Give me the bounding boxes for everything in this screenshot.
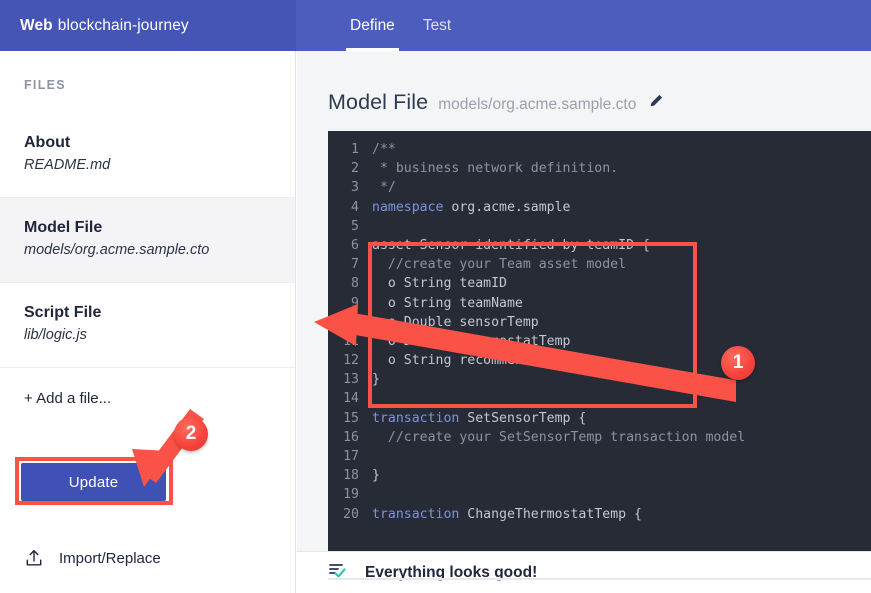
code-text: o Double thermostatTemp (372, 333, 571, 349)
file-path: lib/logic.js (24, 327, 87, 344)
code-text: * business network definition. (372, 161, 619, 177)
code-line: 3 */ (328, 178, 871, 197)
annotation-badge-2: 2 (174, 417, 208, 451)
line-number: 17 (343, 449, 359, 464)
line-number: 6 (351, 237, 359, 253)
code-text: asset Sensor identified by teamID { (372, 237, 650, 253)
code-text: o String recommendation (372, 353, 571, 369)
line-number: 19 (343, 487, 359, 503)
code-text: */ (372, 180, 396, 196)
tab-define-label: Define (350, 16, 395, 34)
status-underline (328, 578, 871, 580)
code-line: 8 o String teamID (328, 274, 871, 293)
code-text: transaction ChangeThermostatTemp { (372, 506, 642, 522)
brand-project: blockchain-journey (57, 16, 189, 34)
annotation-badge-1: 1 (721, 346, 755, 380)
code-line: 13} (328, 370, 871, 389)
file-title: About (24, 134, 71, 151)
line-number: 18 (343, 468, 359, 484)
line-number: 16 (343, 429, 359, 445)
code-line: 1 /** (328, 140, 871, 159)
code-text: namespace org.acme.sample (372, 199, 571, 215)
brand-name: Web (20, 16, 53, 34)
line-number: 4 (351, 199, 359, 215)
code-text: } (372, 372, 380, 388)
import-replace-label: Import/Replace (59, 549, 161, 567)
line-number: 7 (351, 257, 359, 273)
code-text: } (372, 468, 380, 484)
validation-ok-icon (328, 561, 348, 584)
sidebar-item-script-file[interactable]: Script File lib/logic.js (0, 281, 295, 368)
line-number: 13 (343, 372, 359, 388)
import-replace-button[interactable]: Import/Replace (24, 548, 161, 568)
code-line: 5 (328, 217, 871, 236)
code-line: 12 o String recommendation (328, 351, 871, 370)
code-line: 19 (328, 485, 871, 504)
code-text: o String teamName (372, 295, 523, 311)
code-line: 16 //create your SetSensorTemp transacti… (328, 428, 871, 447)
top-bar: Web blockchain-journey Define Test (0, 0, 871, 51)
code-text: o Double sensorTemp (372, 314, 539, 330)
pencil-icon[interactable] (648, 93, 664, 114)
code-line: 2 * business network definition. (328, 159, 871, 178)
upload-icon (24, 548, 44, 568)
app-root: Web blockchain-journey Define Test FILES… (0, 0, 871, 593)
sidebar-item-about[interactable]: About README.md (0, 113, 295, 198)
file-title: Script File (24, 303, 102, 321)
code-text: //create your SetSensorTemp transaction … (372, 429, 746, 445)
code-line: 15 transaction SetSensorTemp { (328, 409, 871, 428)
brand-title[interactable]: Web blockchain-journey (0, 0, 296, 51)
line-number: 20 (343, 506, 359, 522)
add-file-link[interactable]: + Add a file... (0, 368, 295, 407)
main-panel: Model File models/org.acme.sample.cto 1 /… (297, 51, 871, 593)
tab-define[interactable]: Define (336, 0, 409, 51)
code-line: 10 o Double sensorTemp (328, 313, 871, 332)
code-text: o String teamID (372, 276, 507, 292)
line-number: 15 (343, 410, 359, 426)
page-title: Model File (328, 90, 429, 114)
line-number: 5 (351, 218, 359, 234)
file-title: Model File (24, 218, 103, 236)
page-file-path: models/org.acme.sample.cto (438, 96, 637, 113)
sidebar-section-label: FILES (24, 78, 66, 92)
line-number: 10 (343, 314, 359, 330)
code-text: transaction SetSensorTemp { (372, 410, 587, 426)
code-editor[interactable]: 1/** 2 * business network definition. 3 */… (328, 131, 871, 551)
code-text: /** (372, 142, 396, 157)
tab-test-label: Test (422, 16, 452, 34)
line-number: 11 (343, 333, 359, 349)
main-header: Model File models/org.acme.sample.cto (297, 51, 871, 115)
code-line: 9 o String teamName (328, 294, 871, 313)
code-line: 20 transaction ChangeThermostatTemp { (328, 505, 871, 524)
line-number: 14 (343, 391, 359, 407)
line-number: 8 (351, 276, 359, 292)
code-line: 17 (328, 447, 871, 466)
code-line: 14 (328, 389, 871, 408)
code-line: 7 //create your Team asset model (328, 255, 871, 274)
update-button[interactable]: Update (21, 463, 166, 501)
file-path: models/org.acme.sample.cto (24, 242, 210, 259)
line-number: 1 (351, 142, 359, 157)
status-bar: Everything looks good! (297, 551, 871, 593)
line-number: 3 (351, 180, 359, 196)
line-number: 9 (351, 295, 359, 311)
code-line: 4 namespace org.acme.sample (328, 198, 871, 217)
code-line: 6 asset Sensor identified by teamID { (328, 236, 871, 255)
code-text: //create your Team asset model (372, 257, 627, 273)
line-number: 2 (351, 161, 359, 177)
code-line: 11 o Double thermostatTemp (328, 332, 871, 351)
sidebar: FILES About README.md Model File models/… (0, 51, 296, 593)
tab-test[interactable]: Test (409, 0, 465, 51)
line-number: 12 (343, 353, 359, 369)
file-path: README.md (24, 157, 111, 174)
tab-bar: Define Test (296, 0, 871, 51)
code-line: 18} (328, 466, 871, 485)
sidebar-item-model-file[interactable]: Model File models/org.acme.sample.cto (0, 196, 295, 283)
